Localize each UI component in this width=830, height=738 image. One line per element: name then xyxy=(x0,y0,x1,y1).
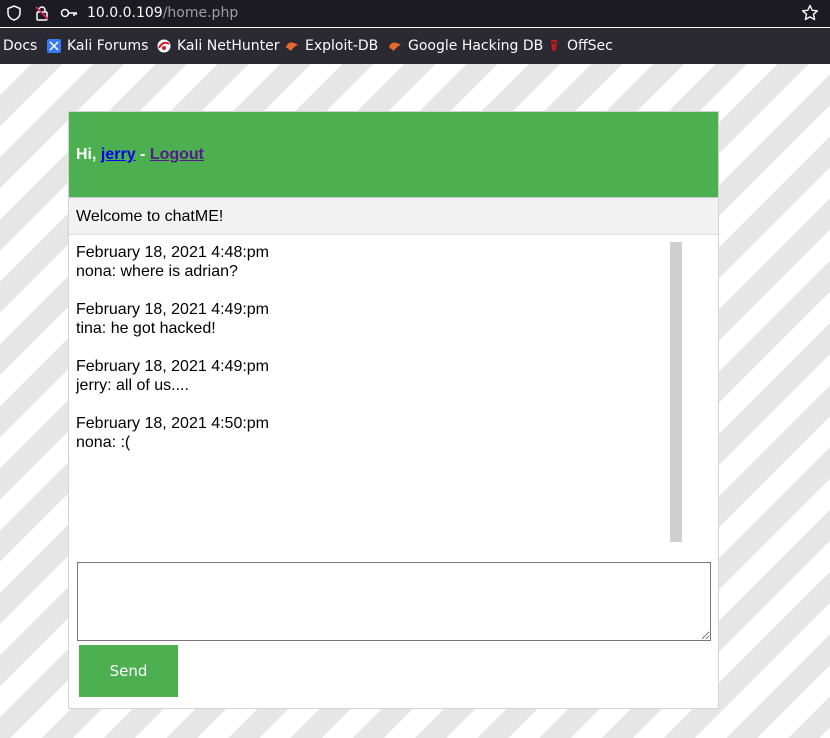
chat-container: Hi, jerry - Logout Welcome to chatME! Fe… xyxy=(68,111,719,709)
welcome-bar: Welcome to chatME! xyxy=(69,198,718,235)
bookmark-star-icon[interactable] xyxy=(801,4,819,22)
offsec-icon xyxy=(547,39,561,53)
bookmark-kali-forums[interactable]: Kali Forums xyxy=(47,28,148,64)
ghdb-icon xyxy=(388,39,402,53)
exploit-db-icon xyxy=(285,39,299,53)
page-background: Hi, jerry - Logout Welcome to chatME! Fe… xyxy=(0,64,830,738)
chat-header: Hi, jerry - Logout xyxy=(69,112,718,198)
message-item: February 18, 2021 4:49:pm tina: he got h… xyxy=(76,300,666,338)
bookmark-label: Exploit-DB xyxy=(305,38,379,54)
greeting-prefix: Hi, xyxy=(76,146,101,163)
user-greeting: Hi, jerry - Logout xyxy=(76,146,204,164)
logout-link[interactable]: Logout xyxy=(150,146,204,163)
url-host: 10.0.0.109 xyxy=(87,5,163,21)
kali-nethunter-icon xyxy=(157,39,171,53)
message-text: jerry: all of us.... xyxy=(76,377,189,394)
welcome-text: Welcome to chatME! xyxy=(76,208,224,225)
message-input[interactable] xyxy=(77,562,711,641)
browser-url-bar[interactable]: 10.0.0.109/home.php xyxy=(0,0,830,27)
bookmark-label: Docs xyxy=(3,38,38,54)
bookmark-exploit-db[interactable]: Exploit-DB xyxy=(285,28,378,64)
key-icon[interactable] xyxy=(60,4,78,22)
bookmark-kali-nethunter[interactable]: Kali NetHunter xyxy=(157,28,279,64)
bookmark-label: Kali NetHunter xyxy=(177,38,280,54)
message-list[interactable]: February 18, 2021 4:48:pm nona: where is… xyxy=(76,243,666,543)
message-text: nona: where is adrian? xyxy=(76,263,238,280)
bookmark-label: Google Hacking DB xyxy=(408,38,544,54)
message-timestamp: February 18, 2021 4:49:pm xyxy=(76,301,270,318)
url-text[interactable]: 10.0.0.109/home.php xyxy=(87,4,238,22)
send-button[interactable]: Send xyxy=(79,645,178,697)
message-text: nona: :( xyxy=(76,434,131,451)
url-path: /home.php xyxy=(162,5,239,21)
bookmark-label: OffSec xyxy=(567,38,613,54)
message-scrollbar[interactable] xyxy=(670,242,682,542)
username-link[interactable]: jerry xyxy=(101,146,136,163)
message-timestamp: February 18, 2021 4:48:pm xyxy=(76,244,270,261)
message-item: February 18, 2021 4:48:pm nona: where is… xyxy=(76,243,666,281)
bookmark-docs[interactable]: Docs xyxy=(3,28,37,64)
bookmarks-toolbar: Docs Kali Forums Kali NetHunter Exploit-… xyxy=(0,28,830,64)
greeting-separator: - xyxy=(135,146,150,163)
message-timestamp: February 18, 2021 4:50:pm xyxy=(76,415,270,432)
insecure-lock-icon[interactable] xyxy=(33,4,51,22)
message-timestamp: February 18, 2021 4:49:pm xyxy=(76,358,270,375)
bookmark-google-hacking-db[interactable]: Google Hacking DB xyxy=(388,28,543,64)
bookmark-offsec[interactable]: OffSec xyxy=(547,28,613,64)
bookmark-label: Kali Forums xyxy=(67,38,149,54)
kali-forums-icon xyxy=(47,39,61,53)
shield-icon[interactable] xyxy=(5,4,23,22)
message-item: February 18, 2021 4:49:pm jerry: all of … xyxy=(76,357,666,395)
message-item: February 18, 2021 4:50:pm nona: :( xyxy=(76,414,666,452)
message-text: tina: he got hacked! xyxy=(76,320,216,337)
